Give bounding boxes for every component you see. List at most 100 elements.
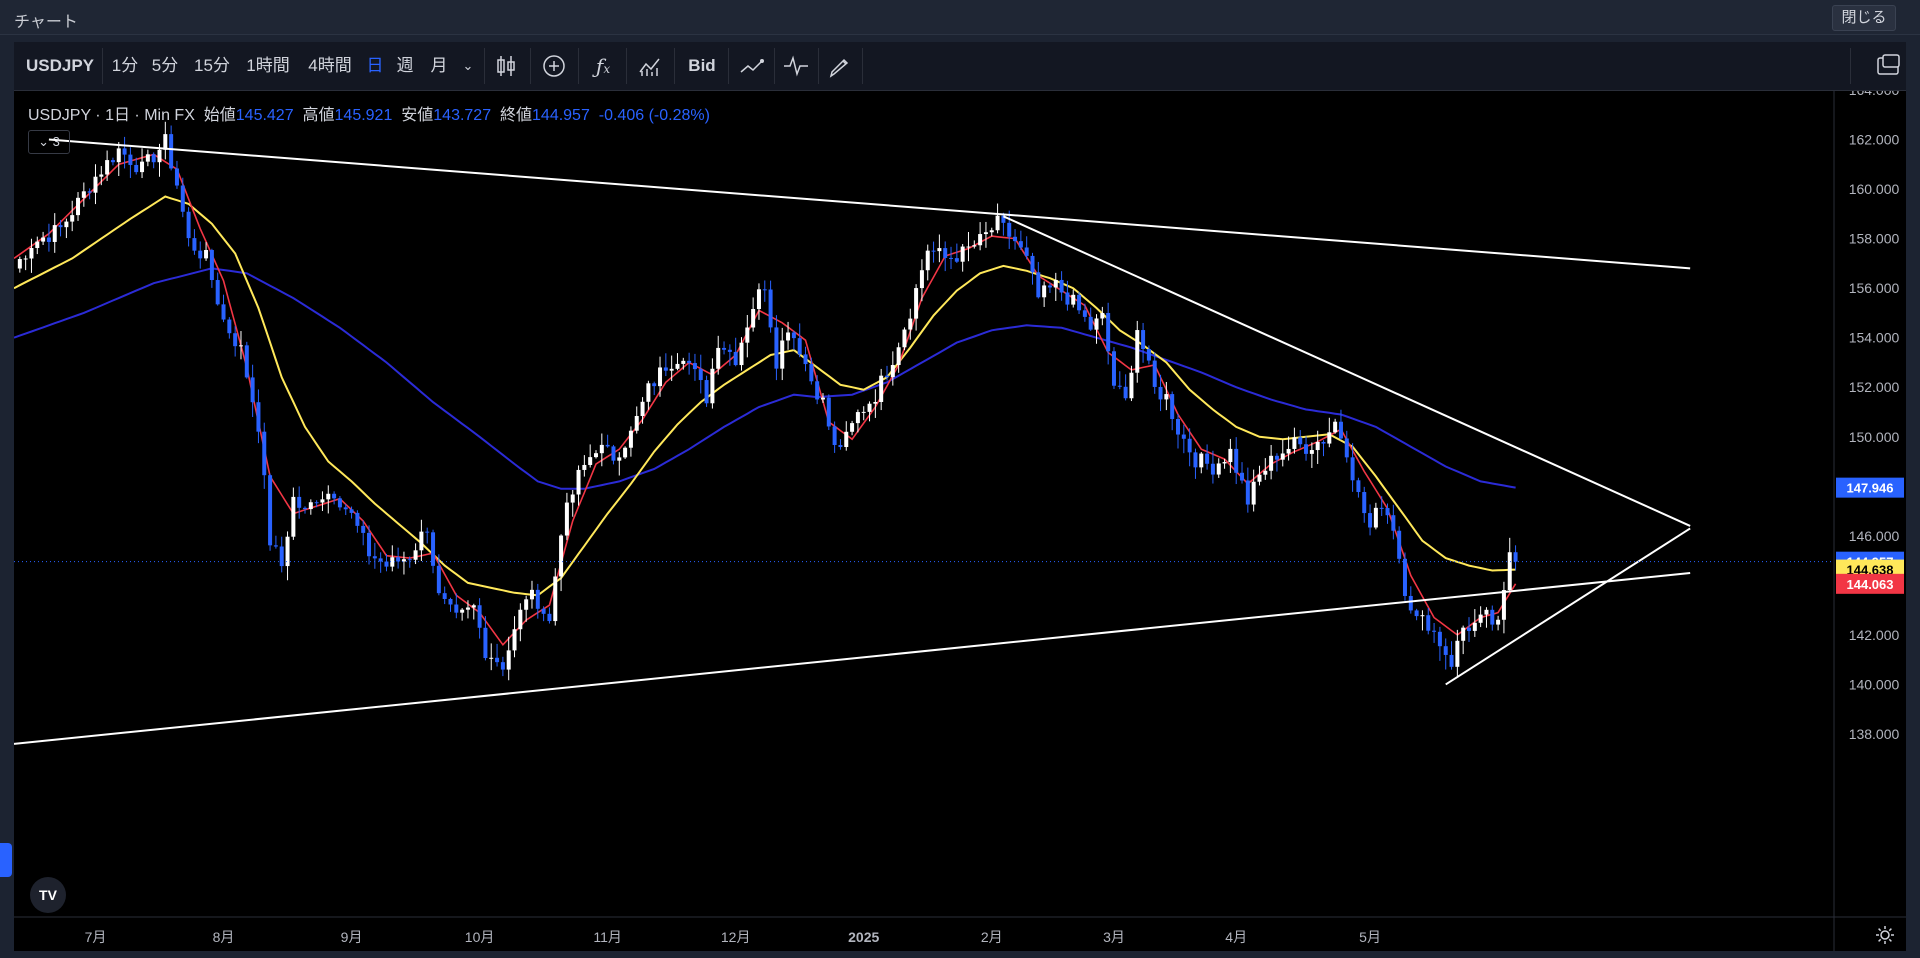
candle-body — [425, 531, 430, 533]
legend-interval: 1日 — [105, 107, 130, 124]
candle-body — [594, 453, 598, 458]
candle-body — [751, 309, 756, 328]
candle-body — [291, 496, 296, 537]
candle-body — [23, 258, 28, 260]
candle-body — [46, 237, 51, 242]
close-button[interactable]: 閉じる — [1832, 5, 1896, 31]
candle-body — [442, 593, 447, 599]
chevron-down-icon[interactable]: ⌄ — [460, 42, 476, 90]
candle-body — [1123, 386, 1128, 399]
interval-1w-button[interactable]: 週 — [394, 42, 416, 90]
settings-gear-icon[interactable] — [1874, 924, 1896, 946]
x-tick-label: 8月 — [213, 929, 235, 945]
candle — [244, 341, 249, 379]
candle-body — [943, 248, 948, 258]
x-tick-label: 3月 — [1103, 929, 1125, 945]
bid-button[interactable]: Bid — [682, 42, 722, 90]
legend-source: Min FX — [144, 107, 195, 124]
candle-body — [332, 493, 337, 499]
candle-body — [623, 447, 628, 458]
candle-body — [256, 402, 261, 432]
symbol-button[interactable]: USDJPY — [22, 42, 98, 90]
candle-body — [1251, 481, 1256, 505]
chart-pane[interactable]: 164.000 162.000 160.000 158.000 156.000 154.0… — [13, 82, 1906, 951]
candle-body — [465, 607, 470, 610]
candle-body — [1245, 480, 1250, 505]
candle-body — [547, 613, 552, 622]
price-label-ma_slow: 147.946 — [1836, 477, 1904, 498]
candle-body — [780, 340, 785, 369]
candle-body — [174, 168, 179, 186]
candle-body — [1350, 457, 1355, 481]
indicator-templates-icon[interactable] — [636, 52, 664, 80]
candle — [1397, 526, 1402, 564]
candle-body — [529, 589, 534, 600]
interval-1mo-button[interactable]: 月 — [428, 42, 450, 90]
candle-body — [1222, 462, 1227, 464]
candle-body — [634, 416, 639, 431]
candle — [623, 446, 628, 459]
indicators-fx-icon[interactable]: ƒx — [588, 42, 618, 90]
candle — [704, 375, 709, 407]
left-panel-toggle[interactable] — [0, 843, 12, 877]
candle-body — [52, 225, 57, 242]
candle — [826, 394, 831, 430]
candle-body — [1158, 386, 1163, 400]
candle-body — [1065, 292, 1070, 305]
candle-body — [151, 154, 156, 163]
candle-body — [186, 211, 191, 239]
candle — [268, 473, 273, 551]
indicators-collapse-button[interactable]: ⌄ 3 — [28, 130, 70, 154]
candle-body — [663, 367, 668, 371]
alert-line-icon[interactable] — [738, 52, 766, 80]
replay-wave-icon[interactable] — [782, 52, 810, 80]
candle-body — [105, 160, 110, 175]
interval-1h-button[interactable]: 1時間 — [240, 42, 296, 90]
candle-body — [384, 561, 389, 567]
legend-open-value: 145.427 — [235, 107, 294, 124]
candle-body — [500, 662, 505, 670]
interval-4h-button[interactable]: 4時間 — [302, 42, 358, 90]
candle-body — [140, 161, 145, 173]
compare-add-icon[interactable] — [540, 52, 568, 80]
price-label-ma_fast: 144.063 — [1836, 573, 1904, 594]
candle-body — [489, 657, 494, 659]
candle-body — [221, 304, 226, 320]
candle-body — [58, 225, 63, 228]
candle-body — [611, 446, 616, 461]
layout-windows-icon[interactable] — [1874, 52, 1902, 80]
candle-body — [1461, 627, 1466, 641]
candle-body — [646, 383, 651, 402]
legend-open-label: 始値 — [203, 107, 236, 124]
candle-body — [1071, 294, 1076, 305]
candle-body — [1321, 441, 1326, 444]
candle-body — [1501, 590, 1506, 620]
interval-1m-button[interactable]: 1分 — [108, 42, 142, 90]
chart-toolbar: USDJPY 1分 5分 15分 1時間 4時間 日 週 月 ⌄ ƒx Bid — [14, 42, 1906, 91]
candle-body — [1257, 474, 1262, 482]
brush-icon[interactable] — [826, 52, 854, 80]
candle-body — [867, 403, 872, 412]
candle-body — [1280, 453, 1285, 460]
candle-body — [1135, 330, 1140, 373]
interval-15m-button[interactable]: 15分 — [190, 42, 234, 90]
y-tick-label: 158.000 — [1849, 231, 1900, 247]
price-chart[interactable]: 164.000 162.000 160.000 158.000 156.000 154.0… — [13, 82, 1906, 951]
candle-body — [1292, 437, 1297, 449]
interval-1d-button[interactable]: 日 — [364, 42, 386, 90]
x-tick-label: 2月 — [981, 929, 1003, 945]
candle-body — [588, 457, 593, 465]
candle-body — [204, 250, 209, 259]
candle-body — [1309, 450, 1314, 454]
candle-body — [87, 191, 92, 193]
tradingview-logo-icon[interactable]: TV — [30, 877, 66, 913]
candle-body — [355, 512, 360, 526]
candle-body — [244, 345, 249, 378]
candle-body — [1338, 421, 1343, 439]
interval-5m-button[interactable]: 5分 — [148, 42, 182, 90]
candle-body — [716, 347, 721, 369]
candle-body — [262, 431, 267, 476]
candle-body — [762, 289, 767, 291]
candle-body — [518, 609, 523, 630]
candles-icon[interactable] — [492, 52, 520, 80]
